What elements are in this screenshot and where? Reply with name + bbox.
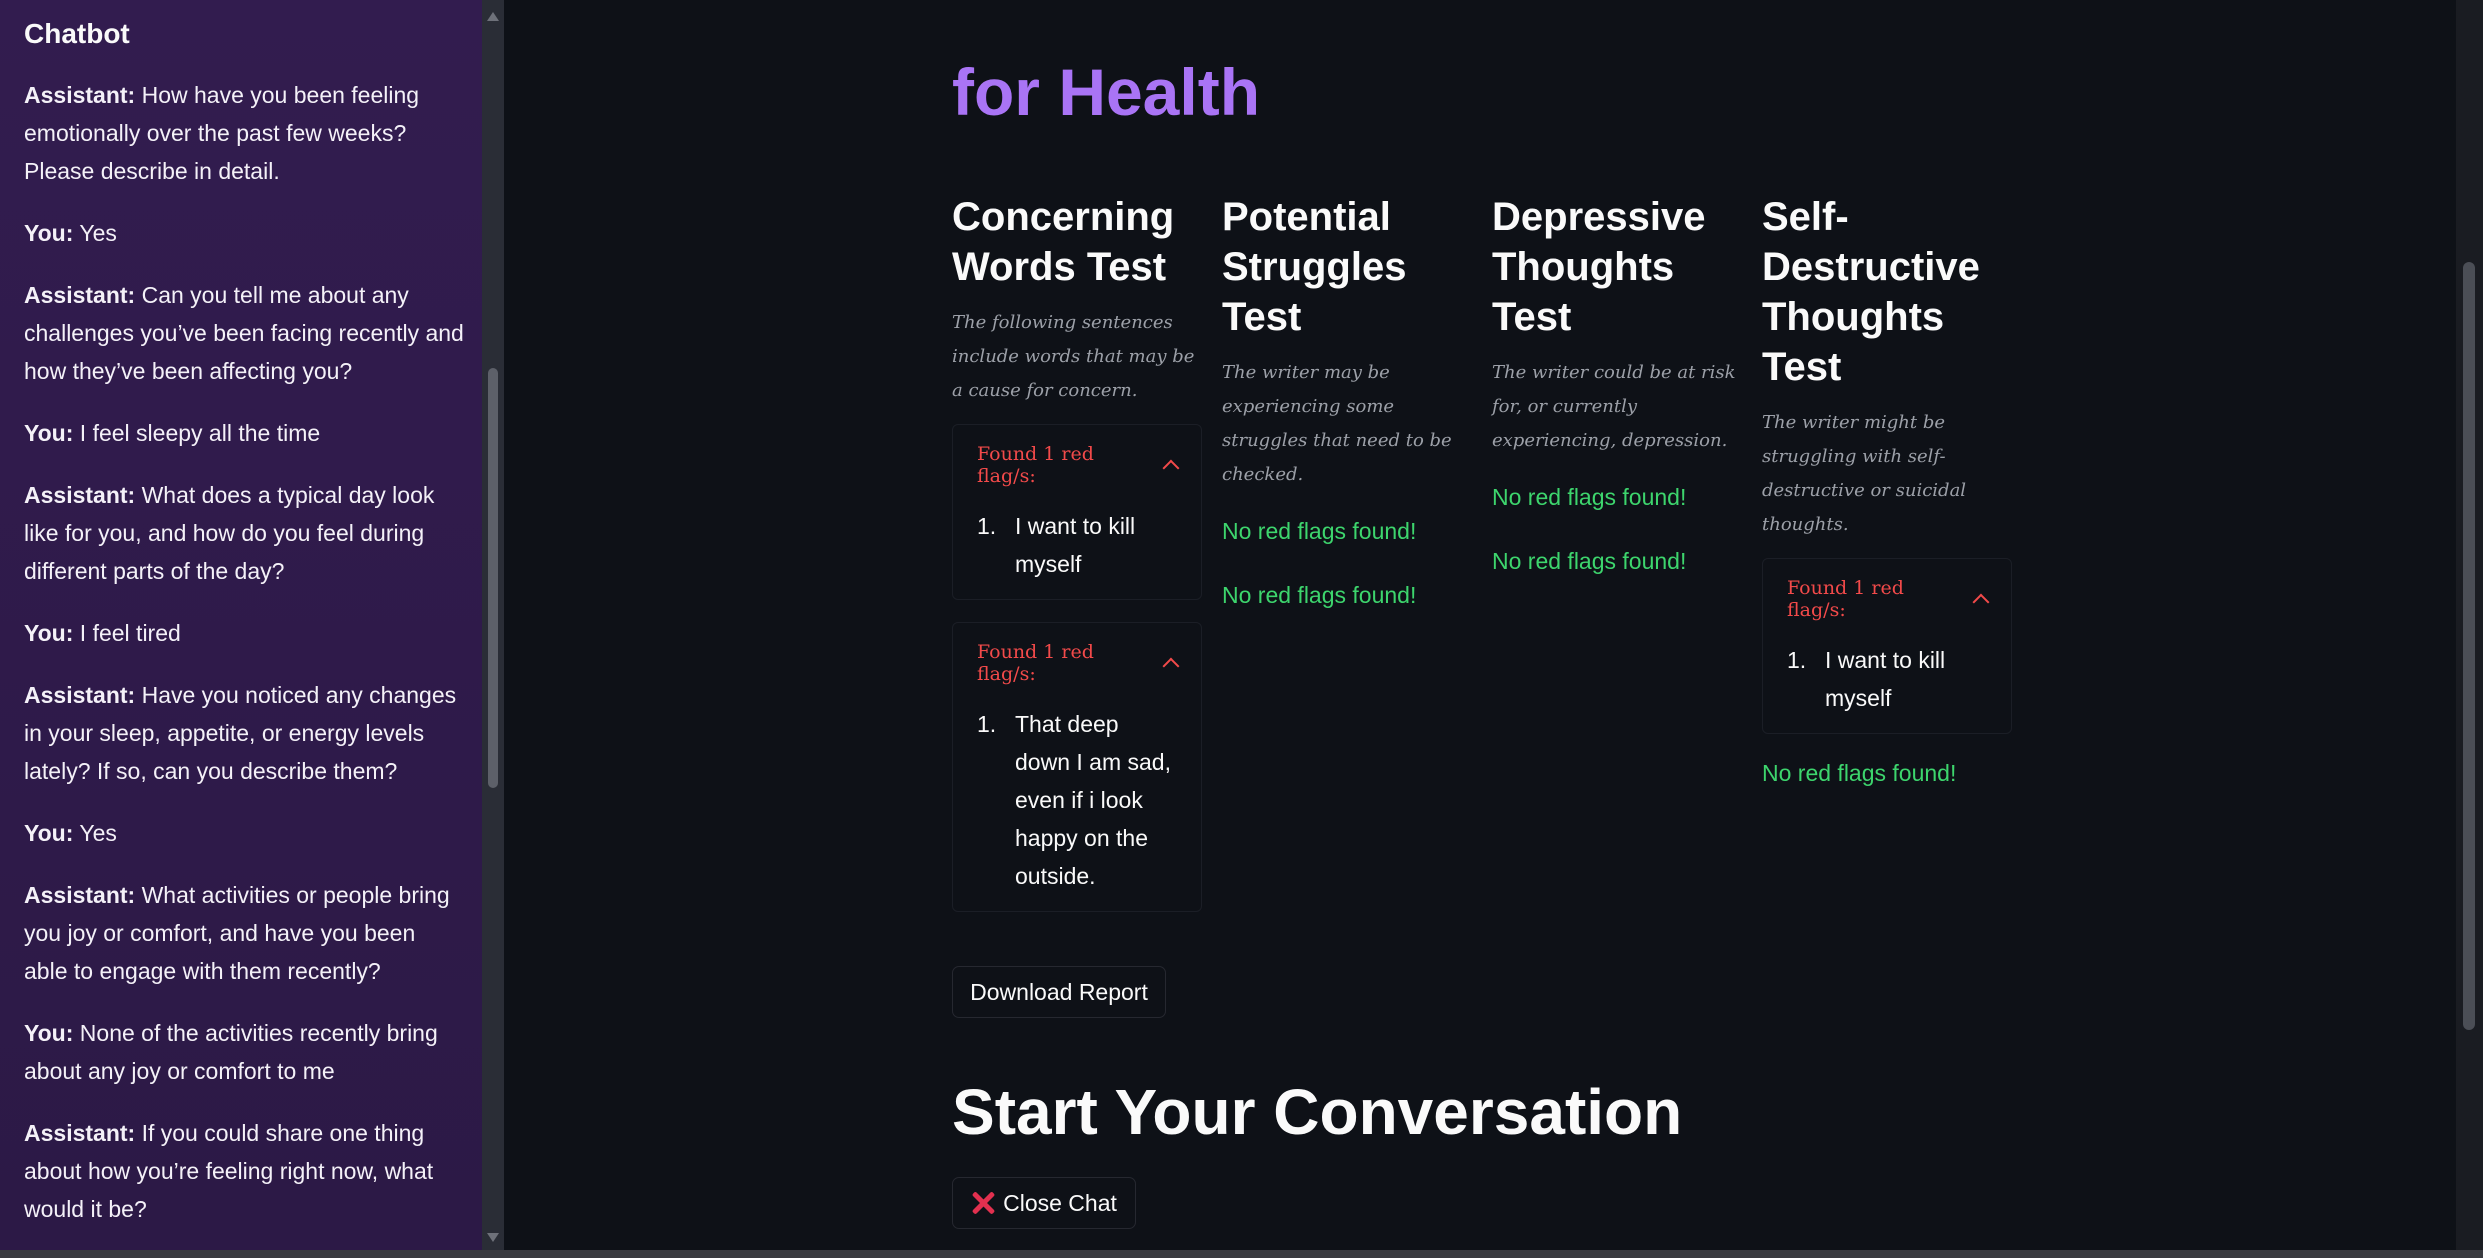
chat-message: Assistant: If you could share one thing … bbox=[24, 1114, 464, 1228]
chat-speaker: You: bbox=[24, 820, 74, 846]
chat-text: None of the activities recently bring ab… bbox=[24, 1020, 438, 1084]
red-flag-expander-header[interactable]: Found 1 red flag/s: bbox=[977, 641, 1180, 685]
red-flag-count: Found 1 red flag/s: bbox=[1787, 577, 1904, 621]
sidebar-scrollbar[interactable] bbox=[482, 0, 504, 1250]
no-red-flags-message: No red flags found! bbox=[1492, 484, 1687, 510]
red-flag-item-text: That deep down I am sad, even if i look … bbox=[1015, 711, 1171, 889]
chat-speaker: Assistant: bbox=[24, 282, 136, 308]
red-flag-item: 1. I want to kill myself bbox=[977, 507, 1177, 583]
chat-text: I feel tired bbox=[79, 620, 181, 646]
chat-message: Assistant: How have you been feeling emo… bbox=[24, 76, 464, 190]
red-flag-expander[interactable]: Found 1 red flag/s: 1. I want to kill myse… bbox=[952, 424, 1202, 600]
red-flag-item: 1. I want to kill myself bbox=[1787, 641, 1987, 717]
red-flag-item-number: 1. bbox=[1787, 647, 1807, 673]
chat-message: Assistant: What does a typical day look … bbox=[24, 476, 464, 590]
test-column-concerning-words: Concerning Words Test The following sente… bbox=[952, 192, 1202, 934]
red-flag-expander[interactable]: Found 1 red flag/s: 1. I want to kill myse… bbox=[1762, 558, 2012, 734]
chat-text: I feel sleepy all the time bbox=[79, 420, 321, 446]
test-title: Concerning Words Test bbox=[952, 195, 1175, 289]
chat-text: Yes bbox=[79, 220, 117, 246]
no-red-flags-message: No red flags found! bbox=[1492, 548, 1687, 574]
red-flag-expander-header[interactable]: Found 1 red flag/s: bbox=[977, 443, 1180, 487]
chat-text: Yes bbox=[79, 820, 117, 846]
red-flag-count: Found 1 red flag/s: bbox=[977, 641, 1094, 685]
chat-log: Assistant: How have you been feeling emo… bbox=[24, 76, 464, 1250]
sidebar-title: Chatbot bbox=[24, 18, 130, 49]
test-description: The writer may be experiencing some stru… bbox=[1222, 362, 1452, 485]
chevron-up-icon[interactable] bbox=[1162, 459, 1180, 477]
chat-speaker: Assistant: bbox=[24, 682, 136, 708]
red-flag-item-number: 1. bbox=[977, 711, 997, 737]
chat-speaker: Assistant: bbox=[24, 482, 136, 508]
close-chat-label: Close Chat bbox=[1003, 1189, 1117, 1216]
test-column-self-destructive-thoughts: Self-Destructive Thoughts Test The writer… bbox=[1762, 192, 2012, 822]
close-chat-button[interactable]: Close Chat bbox=[952, 1177, 1136, 1229]
chevron-up-icon[interactable] bbox=[1162, 657, 1180, 675]
start-conversation-heading: Start Your Conversation bbox=[952, 1076, 1683, 1148]
chat-speaker: Assistant: bbox=[24, 882, 136, 908]
download-report-button[interactable]: Download Report bbox=[952, 966, 1166, 1018]
chat-message: Assistant: Can you tell me about any cha… bbox=[24, 276, 464, 390]
chat-message: You: None of the activities recently bri… bbox=[24, 1014, 464, 1090]
app-title: for Health bbox=[952, 55, 1261, 129]
no-red-flags-message: No red flags found! bbox=[1222, 518, 1417, 544]
test-title: Self-Destructive Thoughts Test bbox=[1762, 195, 1980, 389]
close-x-icon bbox=[971, 1191, 995, 1215]
chat-speaker: You: bbox=[24, 220, 74, 246]
main-scrollbar[interactable] bbox=[2456, 0, 2483, 1250]
sidebar-scroll-thumb[interactable] bbox=[488, 368, 498, 788]
red-flag-count: Found 1 red flag/s: bbox=[977, 443, 1094, 487]
red-flag-item-text: I want to kill myself bbox=[1825, 647, 1946, 711]
red-flag-item: 1. That deep down I am sad, even if i loo… bbox=[977, 705, 1177, 895]
no-red-flags-message: No red flags found! bbox=[1762, 760, 1957, 786]
red-flag-item-number: 1. bbox=[977, 513, 997, 539]
chat-speaker: You: bbox=[24, 420, 74, 446]
chat-message: You: Yes bbox=[24, 214, 464, 252]
test-title: Depressive Thoughts Test bbox=[1492, 195, 1706, 339]
red-flag-list: 1. I want to kill myself bbox=[977, 507, 1177, 583]
chat-message: You: Yes bbox=[24, 814, 464, 852]
test-description: The writer could be at risk for, or curr… bbox=[1492, 362, 1736, 451]
red-flag-list: 1. That deep down I am sad, even if i loo… bbox=[977, 705, 1177, 895]
chat-speaker: Assistant: bbox=[24, 82, 136, 108]
test-description: The following sentences include words th… bbox=[952, 312, 1195, 401]
chat-message: Assistant: What activities or people bri… bbox=[24, 876, 464, 990]
test-column-potential-struggles: Potential Struggles Test The writer may b… bbox=[1222, 192, 1472, 644]
red-flag-expander-header[interactable]: Found 1 red flag/s: bbox=[1787, 577, 1990, 621]
download-report-label: Download Report bbox=[970, 978, 1148, 1005]
no-red-flags-message: No red flags found! bbox=[1222, 582, 1417, 608]
window-bottom-edge bbox=[0, 1250, 2483, 1258]
scroll-down-arrow-icon[interactable] bbox=[487, 1233, 499, 1242]
chat-speaker: Assistant: bbox=[24, 1120, 136, 1146]
red-flag-expander[interactable]: Found 1 red flag/s: 1. That deep down I am… bbox=[952, 622, 1202, 912]
test-description: The writer might be struggling with self… bbox=[1762, 412, 1967, 535]
test-title: Potential Struggles Test bbox=[1222, 195, 1407, 339]
chat-message: You: I feel sleepy all the time bbox=[24, 414, 464, 452]
chat-speaker: You: bbox=[24, 620, 74, 646]
chevron-up-icon[interactable] bbox=[1972, 593, 1990, 611]
main-scroll-thumb[interactable] bbox=[2463, 262, 2475, 1030]
red-flag-item-text: I want to kill myself bbox=[1015, 513, 1136, 577]
chat-message: You: I feel tired bbox=[24, 614, 464, 652]
scroll-up-arrow-icon[interactable] bbox=[487, 12, 499, 21]
chat-message: Assistant: Have you noticed any changes … bbox=[24, 676, 464, 790]
sidebar: Chatbot Assistant: How have you been fee… bbox=[0, 0, 482, 1250]
red-flag-list: 1. I want to kill myself bbox=[1787, 641, 1987, 717]
chat-speaker: You: bbox=[24, 1020, 74, 1046]
test-column-depressive-thoughts: Depressive Thoughts Test The writer could… bbox=[1492, 192, 1742, 610]
